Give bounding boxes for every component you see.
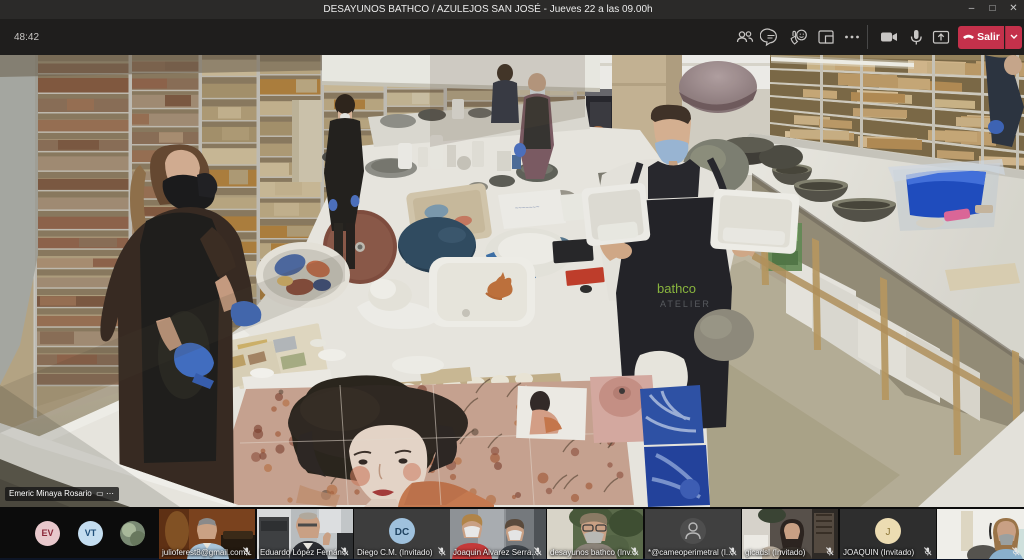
svg-text:DC: DC [395,527,409,538]
svg-text:J: J [886,527,891,538]
